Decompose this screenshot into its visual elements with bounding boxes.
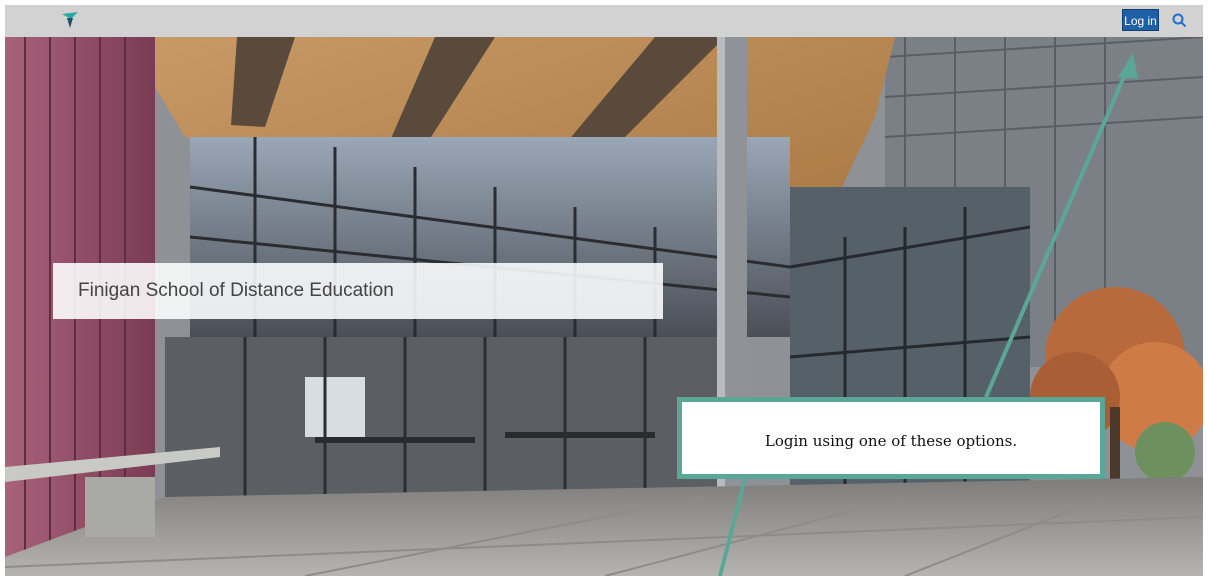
annotation-callout: Login using one of these options. (677, 397, 1105, 479)
bird-logo-icon[interactable] (60, 10, 80, 32)
login-button[interactable]: Log in (1122, 9, 1159, 31)
page-frame: Log in Finigan School of Distance Educat… (5, 5, 1203, 576)
annotation-text: Login using one of these options. (764, 432, 1018, 450)
search-icon[interactable] (1171, 12, 1189, 30)
hero-title-box: Finigan School of Distance Education (53, 263, 663, 319)
page-title: Finigan School of Distance Education (78, 280, 394, 301)
top-navbar: Log in (5, 5, 1203, 37)
